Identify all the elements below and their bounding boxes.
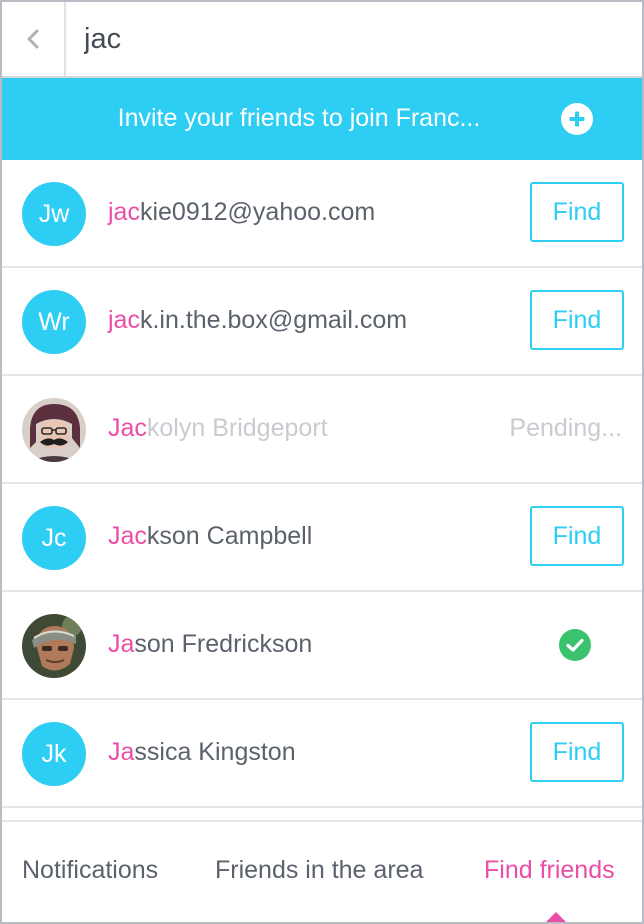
list-item: Jackolyn Bridgeport Pending... (2, 376, 642, 484)
search-input[interactable] (84, 16, 604, 62)
contact-name: Jackolyn Bridgeport (108, 414, 328, 443)
avatar: Jk (22, 722, 86, 786)
search-bar (2, 2, 642, 78)
active-tab-indicator (542, 912, 570, 922)
avatar: Jc (22, 506, 86, 570)
find-button[interactable]: Find (530, 290, 624, 350)
match-highlight: Ja (108, 630, 135, 658)
tab-find-friends[interactable]: Find friends (484, 856, 615, 885)
avatar-photo (22, 614, 86, 678)
pending-status: Pending... (509, 414, 622, 442)
search-results-list: Jw jackie0912@yahoo.com Find Wr jack.in.… (2, 160, 642, 808)
avatar: Wr (22, 290, 86, 354)
contact-name: Jassica Kingston (108, 738, 296, 767)
match-highlight: Ja (108, 738, 135, 766)
contact-name: jack.in.the.box@gmail.com (108, 306, 407, 335)
name-rest: kie0912@yahoo.com (139, 198, 376, 226)
match-highlight: jac (108, 198, 140, 226)
name-rest: kolyn Bridgeport (146, 414, 328, 442)
match-highlight: Jac (108, 522, 147, 550)
woman-with-mustache-photo (22, 398, 86, 462)
plus-circle-icon[interactable] (560, 102, 594, 136)
check-circle-icon (559, 629, 591, 661)
list-item: Jk Jassica Kingston Find (2, 700, 642, 808)
name-rest: k.in.the.box@gmail.com (139, 306, 408, 334)
find-button[interactable]: Find (530, 506, 624, 566)
name-rest: kson Campbell (146, 522, 313, 550)
find-button[interactable]: Find (530, 182, 624, 242)
match-highlight: Jac (108, 414, 147, 442)
contact-name: Jackson Campbell (108, 522, 312, 551)
find-button[interactable]: Find (530, 722, 624, 782)
back-button[interactable] (2, 2, 66, 76)
invite-banner-text: Invite your friends to join Franc... (117, 104, 481, 132)
invite-friends-banner[interactable]: Invite your friends to join Franc... (2, 78, 642, 160)
match-highlight: jac (108, 306, 140, 334)
contact-name: jackie0912@yahoo.com (108, 198, 375, 227)
man-with-bandana-photo (22, 614, 86, 678)
tab-notifications[interactable]: Notifications (22, 856, 158, 885)
avatar-photo (22, 398, 86, 462)
app-frame: Invite your friends to join Franc... Jw … (0, 0, 644, 924)
list-item: Jason Fredrickson (2, 592, 642, 700)
contact-name: Jason Fredrickson (108, 630, 312, 659)
bottom-tab-bar: Notifications Friends in the area Find f… (2, 820, 642, 922)
list-item: Jc Jackson Campbell Find (2, 484, 642, 592)
avatar: Jw (22, 182, 86, 246)
chevron-left-icon (27, 29, 39, 49)
list-item: Jw jackie0912@yahoo.com Find (2, 160, 642, 268)
tab-friends-in-the-area[interactable]: Friends in the area (215, 856, 423, 885)
name-rest: son Fredrickson (134, 630, 313, 658)
name-rest: ssica Kingston (134, 738, 296, 766)
list-item: Wr jack.in.the.box@gmail.com Find (2, 268, 642, 376)
